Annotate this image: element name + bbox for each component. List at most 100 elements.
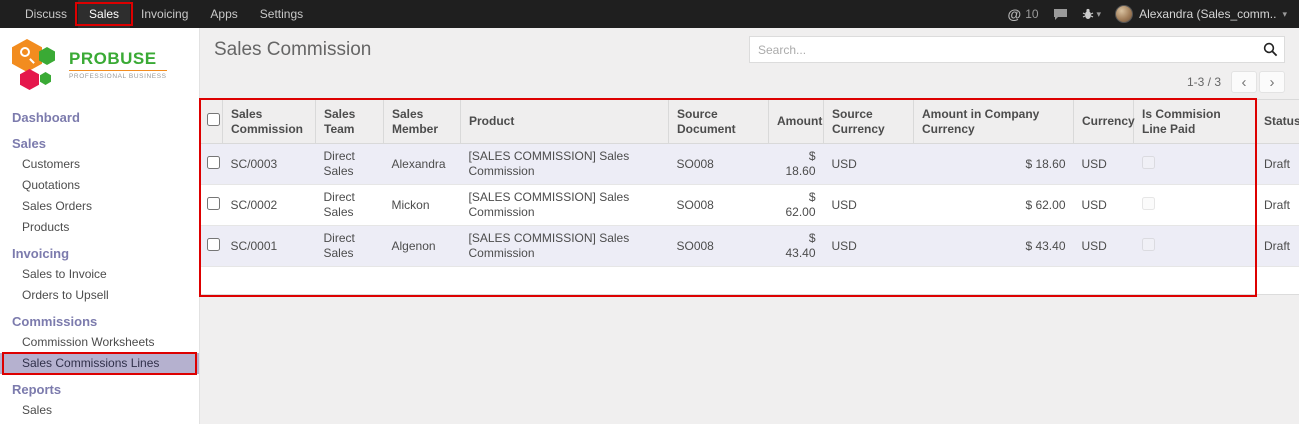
cell-sales-team: Direct Sales xyxy=(316,185,384,226)
page-title: Sales Commission xyxy=(214,39,371,61)
avatar xyxy=(1115,5,1133,23)
row-select-checkbox[interactable] xyxy=(207,197,220,210)
table-row[interactable]: SC/0003 Direct Sales Alexandra [SALES CO… xyxy=(201,144,1299,185)
sidebar-item-quotations[interactable]: Quotations xyxy=(0,175,199,196)
magnifier-icon xyxy=(20,47,30,57)
mentions-button[interactable]: @ 10 xyxy=(1008,6,1039,22)
cell-amount-company: $ 43.40 xyxy=(914,226,1074,267)
sidebar: PROBUSE PROFESSIONAL BUSINESS Dashboard … xyxy=(0,28,200,424)
col-header-product[interactable]: Product xyxy=(461,100,669,144)
menu-discuss[interactable]: Discuss xyxy=(14,0,78,28)
topbar-menus: Discuss Sales Invoicing Apps Settings xyxy=(0,0,314,28)
cell-amount-company: $ 18.60 xyxy=(914,144,1074,185)
search-button[interactable] xyxy=(1263,42,1278,62)
cell-sales-team: Direct Sales xyxy=(316,144,384,185)
cell-amount-company: $ 62.00 xyxy=(914,185,1074,226)
sidebar-item-customers[interactable]: Customers xyxy=(0,154,199,175)
sidebar-item-sales-orders[interactable]: Sales Orders xyxy=(0,196,199,217)
cell-source-document: SO008 xyxy=(669,144,769,185)
cell-currency: USD xyxy=(1074,185,1134,226)
main-content: Sales Commission 1-3 / 3 ‹ › xyxy=(200,28,1299,424)
debug-menu-button[interactable]: ▾ xyxy=(1082,8,1102,20)
pager-next-button[interactable]: › xyxy=(1259,71,1285,93)
cell-source-currency: USD xyxy=(824,185,914,226)
topbar: Discuss Sales Invoicing Apps Settings @ … xyxy=(0,0,1299,28)
col-header-is-commission-line-paid[interactable]: Is Commision Line Paid xyxy=(1134,100,1256,144)
menu-apps[interactable]: Apps xyxy=(199,0,248,28)
col-header-sales-team[interactable]: Sales Team xyxy=(316,100,384,144)
row-select-cell xyxy=(201,226,223,267)
chevron-left-icon: ‹ xyxy=(1242,74,1247,91)
paid-checkbox xyxy=(1142,238,1155,251)
col-header-status[interactable]: Status xyxy=(1256,100,1299,144)
menu-settings[interactable]: Settings xyxy=(249,0,314,28)
sidebar-nav: Dashboard Sales Customers Quotations Sal… xyxy=(0,100,199,421)
logo-tagline: PROFESSIONAL BUSINESS xyxy=(69,70,167,80)
search-box xyxy=(749,36,1285,63)
cell-status: Draft xyxy=(1256,185,1299,226)
control-panel: Sales Commission xyxy=(200,28,1299,63)
paid-checkbox xyxy=(1142,156,1155,169)
col-header-source-document[interactable]: Source Document xyxy=(669,100,769,144)
pager: 1-3 / 3 ‹ › xyxy=(200,63,1299,99)
sidebar-item-commission-worksheets[interactable]: Commission Worksheets xyxy=(0,332,199,353)
commission-lines-table: Sales Commission Sales Team Sales Member… xyxy=(200,99,1299,267)
mention-count: 10 xyxy=(1025,7,1038,21)
cell-amount: $ 18.60 xyxy=(769,144,824,185)
col-header-sales-commission[interactable]: Sales Commission xyxy=(223,100,316,144)
col-header-sales-member[interactable]: Sales Member xyxy=(384,100,461,144)
topbar-right: @ 10 ▾ Alexandra (Sales_comm.. ▾ xyxy=(1008,0,1299,28)
row-select-cell xyxy=(201,144,223,185)
table-header-row: Sales Commission Sales Team Sales Member… xyxy=(201,100,1299,144)
col-header-source-currency[interactable]: Source Currency xyxy=(824,100,914,144)
table-row[interactable]: SC/0002 Direct Sales Mickon [SALES COMMI… xyxy=(201,185,1299,226)
cell-amount: $ 62.00 xyxy=(769,185,824,226)
col-header-amount[interactable]: Amount xyxy=(769,100,824,144)
table-row[interactable]: SC/0001 Direct Sales Algenon [SALES COMM… xyxy=(201,226,1299,267)
cell-currency: USD xyxy=(1074,226,1134,267)
sidebar-item-sales-to-invoice[interactable]: Sales to Invoice xyxy=(0,264,199,285)
chat-icon xyxy=(1053,8,1068,21)
row-select-checkbox[interactable] xyxy=(207,156,220,169)
cell-sales-member: Algenon xyxy=(384,226,461,267)
user-menu[interactable]: Alexandra (Sales_comm.. ▾ xyxy=(1115,5,1287,23)
pager-previous-button[interactable]: ‹ xyxy=(1231,71,1257,93)
search-icon xyxy=(1263,42,1278,57)
sidebar-section-reports: Reports xyxy=(0,379,199,400)
list-view-sheet: Sales Commission Sales Team Sales Member… xyxy=(200,99,1299,295)
cell-paid xyxy=(1134,144,1256,185)
at-icon: @ xyxy=(1008,6,1022,22)
col-header-amount-company-currency[interactable]: Amount in Company Currency xyxy=(914,100,1074,144)
sidebar-item-products[interactable]: Products xyxy=(0,217,199,238)
select-all-cell xyxy=(201,100,223,144)
sidebar-section-commissions: Commissions xyxy=(0,311,199,332)
user-name: Alexandra (Sales_comm.. xyxy=(1139,7,1276,21)
cell-status: Draft xyxy=(1256,144,1299,185)
sidebar-section-dashboard[interactable]: Dashboard xyxy=(0,107,199,128)
caret-down-icon: ▾ xyxy=(1282,9,1287,20)
chevron-right-icon: › xyxy=(1270,74,1275,91)
sidebar-item-reports-sales[interactable]: Sales xyxy=(0,400,199,421)
cell-product: [SALES COMMISSION] Sales Commission xyxy=(461,226,669,267)
cell-sales-commission: SC/0001 xyxy=(223,226,316,267)
cell-currency: USD xyxy=(1074,144,1134,185)
logo-text: PROBUSE xyxy=(69,50,167,67)
sidebar-item-orders-to-upsell[interactable]: Orders to Upsell xyxy=(0,285,199,306)
logo-hexagons-icon xyxy=(12,38,62,92)
sidebar-section-invoicing: Invoicing xyxy=(0,243,199,264)
menu-sales[interactable]: Sales xyxy=(78,0,130,28)
cell-sales-team: Direct Sales xyxy=(316,226,384,267)
cell-status: Draft xyxy=(1256,226,1299,267)
select-all-checkbox[interactable] xyxy=(207,113,220,126)
chat-button[interactable] xyxy=(1053,8,1068,21)
row-select-cell xyxy=(201,185,223,226)
sidebar-item-sales-commissions-lines[interactable]: Sales Commissions Lines xyxy=(0,353,199,374)
menu-invoicing[interactable]: Invoicing xyxy=(130,0,199,28)
col-header-currency[interactable]: Currency xyxy=(1074,100,1134,144)
paid-checkbox xyxy=(1142,197,1155,210)
sidebar-section-sales: Sales xyxy=(0,133,199,154)
search-input[interactable] xyxy=(749,36,1285,63)
cell-product: [SALES COMMISSION] Sales Commission xyxy=(461,144,669,185)
pager-range: 1-3 / 3 xyxy=(1187,75,1221,89)
row-select-checkbox[interactable] xyxy=(207,238,220,251)
